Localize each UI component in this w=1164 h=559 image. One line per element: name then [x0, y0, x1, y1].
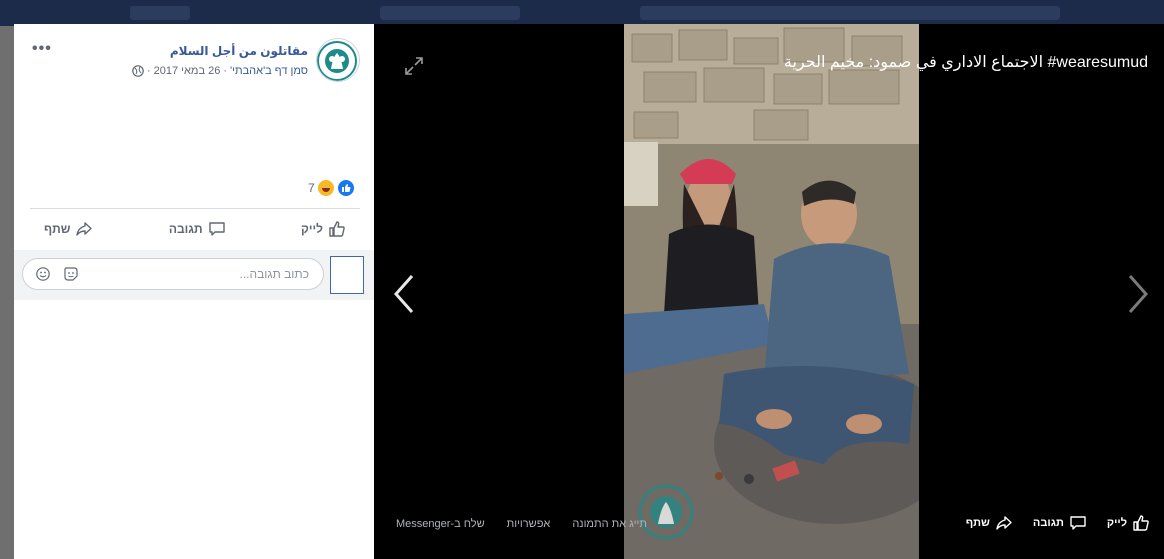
- globe-icon: [132, 65, 144, 77]
- like-label: לייק: [301, 222, 323, 236]
- thumbs-up-icon: [329, 221, 345, 237]
- send-messenger-link[interactable]: שלח ב-Messenger: [396, 518, 485, 530]
- viewer-share-button[interactable]: שתף: [966, 514, 1013, 532]
- photo-caption: الاجتماع الاداري في صمود: مخيم الحرية #w…: [783, 54, 1148, 71]
- divider: [30, 208, 360, 209]
- sticker-icon[interactable]: [63, 266, 79, 282]
- share-label: שתף: [44, 222, 71, 236]
- more-options-button[interactable]: •••: [32, 40, 52, 58]
- emoji-icon[interactable]: [35, 266, 51, 282]
- photo-footer-links: תייג את התמונה אפשרויות שלח ב-Messenger: [396, 518, 647, 530]
- like-button[interactable]: לייק: [301, 220, 346, 238]
- page-name-link[interactable]: مقاتلون من أجل السلام: [170, 44, 308, 58]
- post-panel: مقاتلون من أجل السلام סמן דף ב'אהבתי' · …: [14, 24, 374, 559]
- viewer-like-button[interactable]: לייק: [1107, 514, 1150, 532]
- photo-viewer: الاجتماع الاداري في صمود: مخيم الحرية #w…: [374, 24, 1164, 559]
- comment-label: תגובה: [168, 222, 203, 236]
- photo-footer-actions: לייק תגובה שתף: [966, 514, 1150, 532]
- share-button[interactable]: שתף: [44, 220, 93, 238]
- nav-placeholder: [380, 6, 520, 20]
- thumbs-up-icon: [1133, 515, 1149, 531]
- page-avatar[interactable]: [316, 38, 360, 82]
- nav-placeholder: [130, 6, 190, 20]
- share-arrow-icon: [76, 222, 93, 236]
- search-bar-placeholder: [640, 6, 1060, 20]
- chevron-left-icon[interactable]: [392, 274, 416, 314]
- expand-icon[interactable]: [404, 56, 424, 76]
- comment-input[interactable]: [109, 267, 309, 281]
- like-reaction-icon: [336, 179, 355, 197]
- comment-composer: [14, 250, 374, 300]
- tag-photo-link[interactable]: תייג את התמונה: [572, 518, 647, 530]
- viewer-share-label: שתף: [965, 517, 990, 529]
- share-arrow-icon: [996, 516, 1012, 530]
- meta-separator: ·: [146, 65, 151, 77]
- reactions-summary[interactable]: 7: [308, 179, 355, 197]
- reaction-count: 7: [308, 181, 315, 195]
- comment-icon: [1070, 516, 1086, 530]
- chevron-right-icon[interactable]: [1126, 274, 1150, 314]
- viewer-comment-button[interactable]: תגובה: [1033, 514, 1087, 532]
- post-header: مقاتلون من أجل السلام סמן דף ב'אהבתי' · …: [14, 24, 374, 94]
- logo-icon: [317, 41, 357, 81]
- post-date[interactable]: 26 במאי 2017: [154, 65, 221, 77]
- haha-reaction-icon: [316, 179, 335, 197]
- comment-box[interactable]: [22, 258, 324, 290]
- post-meta: סמן דף ב'אהבתי' · 26 במאי 2017 ·: [132, 65, 308, 77]
- user-avatar: [330, 256, 364, 294]
- composer-icons: [35, 266, 79, 282]
- screen: مقاتلون من أجل السلام סמן דף ב'אהבתי' · …: [0, 0, 1164, 559]
- post-photo[interactable]: [624, 24, 919, 559]
- options-link[interactable]: אפשרויות: [507, 518, 551, 530]
- like-page-link[interactable]: סמן דף ב'אהבתי': [230, 65, 308, 77]
- comment-button[interactable]: תגובה: [169, 220, 226, 238]
- viewer-comment-label: תגובה: [1032, 517, 1064, 529]
- meta-separator: ·: [223, 65, 228, 77]
- post-actions: לייק תגובה שתף: [30, 214, 360, 244]
- top-nav-bar: [0, 0, 1164, 26]
- comment-icon: [208, 222, 225, 236]
- photo-image: [624, 24, 919, 559]
- viewer-like-label: לייק: [1106, 517, 1127, 529]
